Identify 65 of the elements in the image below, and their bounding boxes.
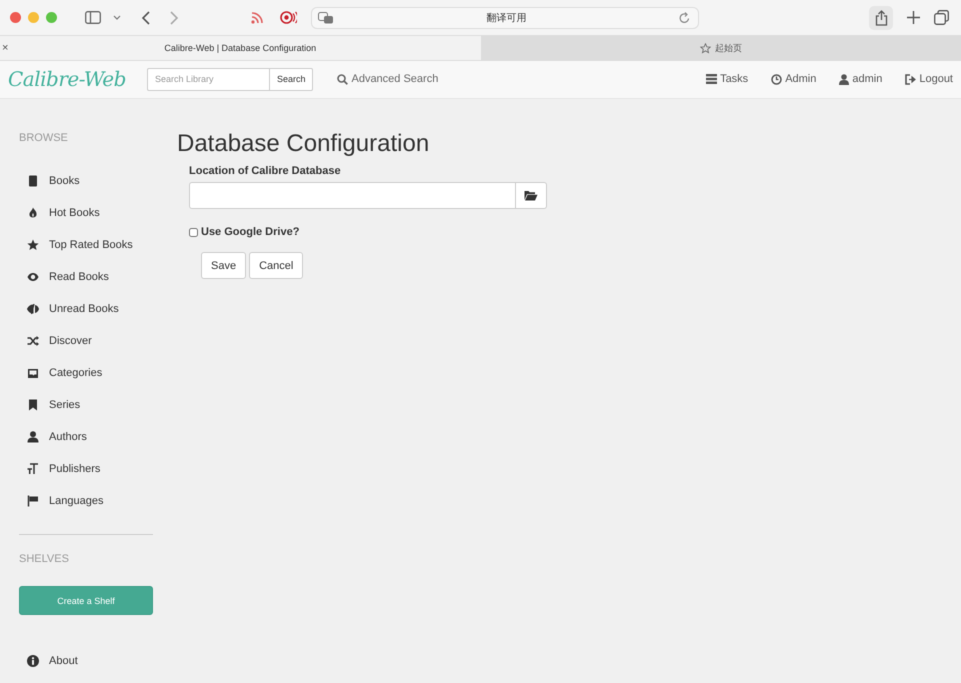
tabs-overview-icon[interactable] <box>934 10 949 26</box>
sidebar-item[interactable]: Authors <box>19 421 153 453</box>
nav-link[interactable]: Logout <box>905 73 953 86</box>
tasks-icon <box>706 74 718 84</box>
flag-icon <box>27 495 39 507</box>
book-icon <box>27 175 39 187</box>
nav-link[interactable]: Admin <box>771 73 816 86</box>
inbox-icon <box>27 367 39 379</box>
nav-link[interactable]: admin <box>839 73 882 86</box>
clock-icon <box>771 74 782 85</box>
sidebar-item[interactable]: About <box>19 645 153 677</box>
close-window-button[interactable] <box>10 12 21 24</box>
sidebar-item[interactable]: Categories <box>19 357 153 389</box>
sidebar-item[interactable]: Top Rated Books <box>19 229 153 261</box>
checkbox[interactable] <box>189 228 198 236</box>
nav-link[interactable]: Tasks <box>706 73 748 86</box>
field-label: Location of Calibre Database <box>189 165 342 177</box>
form-button[interactable]: Cancel <box>249 252 304 279</box>
sidebar-item[interactable]: Languages <box>19 485 153 517</box>
user-icon <box>839 74 850 85</box>
user-icon <box>27 431 39 443</box>
sidebar-item[interactable]: Series <box>19 389 153 421</box>
address-bar[interactable]: 翻译可用 <box>311 6 699 29</box>
bookmark-icon <box>27 399 39 411</box>
sidebar-toggle-icon[interactable] <box>85 11 101 24</box>
sidebar-heading: BROWSE <box>19 132 69 144</box>
eye-slash-icon <box>27 303 39 315</box>
shuffle-icon <box>27 335 39 347</box>
browser-tab[interactable]: 起始页 <box>480 36 961 60</box>
form-button[interactable]: Save <box>201 252 246 279</box>
sidebar-item[interactable]: Hot Books <box>19 197 153 229</box>
translate-icon[interactable] <box>318 12 334 24</box>
share-button[interactable] <box>869 6 893 30</box>
rss-icon[interactable] <box>251 11 264 24</box>
sidebar-heading: SHELVES <box>19 553 70 565</box>
info-icon <box>27 655 39 667</box>
database-location-field[interactable] <box>189 182 516 209</box>
reload-icon[interactable] <box>679 12 690 24</box>
star-icon <box>27 239 39 251</box>
browser-tab[interactable]: × Calibre-Web | Database Configuration <box>0 36 480 60</box>
logout-icon <box>905 74 916 85</box>
close-tab-button[interactable]: × <box>2 42 8 54</box>
text-height-icon <box>27 463 39 475</box>
search-button[interactable]: Search <box>268 68 314 91</box>
sidebar-item[interactable]: Publishers <box>19 453 153 485</box>
fire-icon <box>27 207 39 219</box>
sidebar-item[interactable]: Read Books <box>19 261 153 293</box>
search-icon <box>337 74 348 85</box>
page-title: Database Configuration <box>177 130 430 158</box>
sidebar-item[interactable]: Books <box>19 165 153 197</box>
folder-button[interactable] <box>516 182 547 209</box>
sidebar-item[interactable]: Unread Books <box>19 293 153 325</box>
checkbox-label: Use Google Drive? <box>201 226 300 238</box>
eye-icon <box>27 271 39 283</box>
star-icon <box>700 42 711 54</box>
chevron-down-icon[interactable] <box>113 15 121 20</box>
forward-icon[interactable] <box>170 10 179 25</box>
back-icon[interactable] <box>141 10 150 25</box>
advanced-search-link[interactable]: Advanced Search <box>337 73 438 86</box>
plus-icon[interactable] <box>907 11 920 24</box>
share-icon <box>874 10 888 26</box>
folder-icon <box>524 190 538 201</box>
search-field[interactable]: Search Library <box>146 68 269 91</box>
sidebar-item[interactable]: Discover <box>19 325 153 357</box>
record-icon[interactable] <box>280 11 297 24</box>
